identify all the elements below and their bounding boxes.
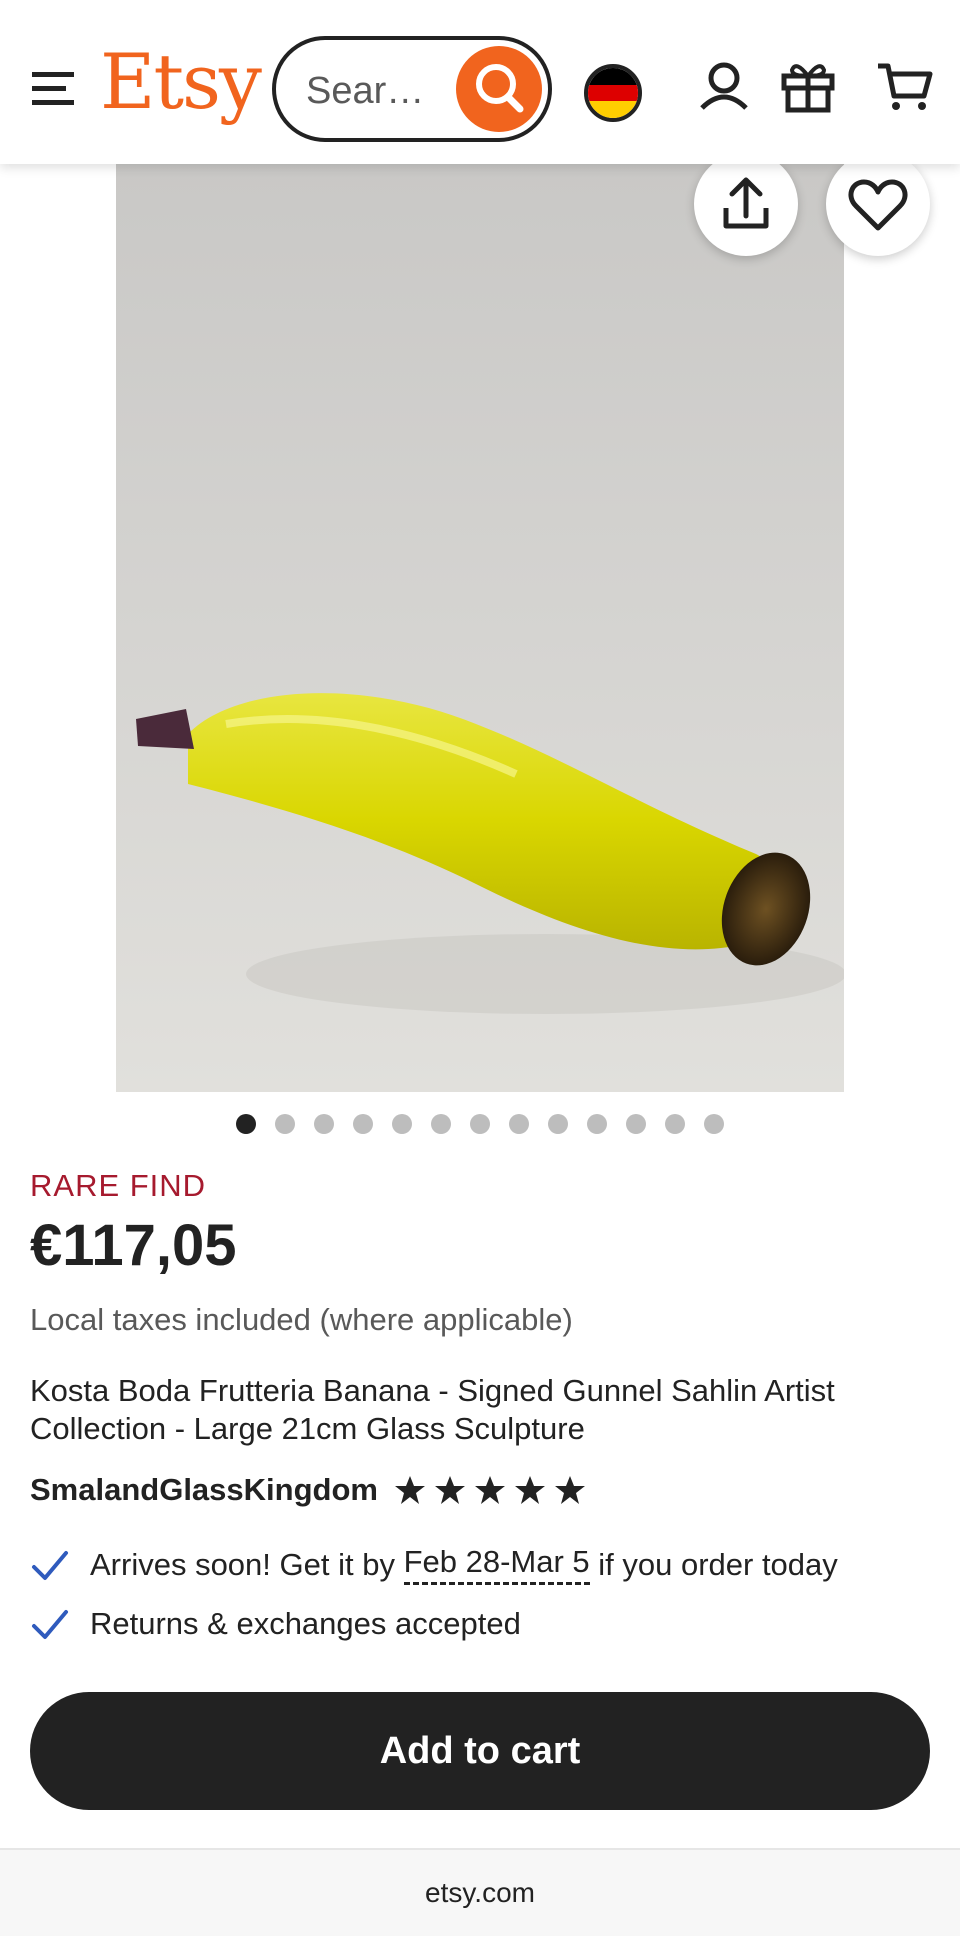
star-icon [554, 1476, 585, 1504]
header: Etsy Sear… [0, 0, 960, 164]
domain-label: etsy.com [425, 1877, 535, 1908]
product-title: Kosta Boda Frutteria Banana - Signed Gun… [30, 1373, 835, 1446]
seller-row: SmalandGlassKingdom [30, 1472, 586, 1508]
share-icon [723, 177, 769, 229]
search-input[interactable]: Sear… [306, 70, 424, 113]
share-button[interactable] [694, 152, 798, 256]
carousel-dot[interactable] [275, 1114, 295, 1134]
menu-icon[interactable] [30, 66, 78, 110]
carousel-dot[interactable] [431, 1114, 451, 1134]
carousel-dot[interactable] [665, 1114, 685, 1134]
gift-icon[interactable] [778, 56, 838, 116]
search-icon [476, 64, 524, 113]
tax-note: Local taxes included (where applicable) [30, 1302, 573, 1337]
region-flag-icon[interactable] [584, 64, 642, 122]
etsy-logo[interactable]: Etsy [100, 44, 262, 120]
carousel-dot[interactable] [704, 1114, 724, 1134]
price: €117,05 [30, 1213, 237, 1278]
returns-policy: Returns & exchanges accepted [30, 1604, 521, 1644]
cart-icon[interactable] [874, 56, 934, 116]
browser-url-bar[interactable]: etsy.com [0, 1848, 960, 1936]
carousel-dots [0, 1114, 960, 1134]
carousel-dot[interactable] [236, 1114, 256, 1134]
search-button[interactable] [456, 46, 542, 132]
delivery-estimate: Arrives soon! Get it by Feb 28-Mar 5 if … [30, 1544, 838, 1585]
banana-photo [116, 164, 844, 1092]
delivery-dates-link[interactable]: Feb 28-Mar 5 [403, 1544, 590, 1585]
carousel-dot[interactable] [314, 1114, 334, 1134]
rare-find-badge: RARE FIND [30, 1168, 207, 1203]
check-icon [32, 1610, 68, 1639]
user-icon[interactable] [694, 56, 754, 116]
carousel-dot[interactable] [626, 1114, 646, 1134]
search-bar[interactable]: Sear… [272, 36, 552, 142]
carousel-dot[interactable] [470, 1114, 490, 1134]
star-icon [434, 1476, 465, 1504]
rating-stars[interactable] [394, 1474, 586, 1506]
check-icon [32, 1550, 68, 1580]
carousel-dot[interactable] [548, 1114, 568, 1134]
carousel-dot[interactable] [509, 1114, 529, 1134]
add-to-cart-button[interactable]: Add to cart [30, 1692, 930, 1810]
seller-name[interactable]: SmalandGlassKingdom [30, 1472, 378, 1508]
star-icon [394, 1476, 425, 1504]
carousel-dot[interactable] [587, 1114, 607, 1134]
favorite-button[interactable] [826, 152, 930, 256]
carousel-dot[interactable] [392, 1114, 412, 1134]
star-icon [514, 1476, 545, 1504]
star-icon [474, 1476, 505, 1504]
carousel-dot[interactable] [353, 1114, 373, 1134]
product-image[interactable] [116, 164, 844, 1092]
heart-icon [848, 179, 908, 231]
